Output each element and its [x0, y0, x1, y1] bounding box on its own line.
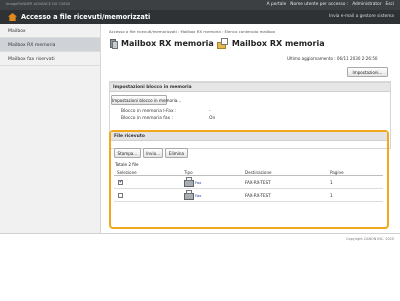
- print-button[interactable]: Stampa...: [114, 148, 141, 158]
- heading-rx-memory: Mailbox RX memoria: [231, 39, 325, 48]
- top-right-links: A portale Nome utente per accesso : Admi…: [267, 2, 394, 7]
- received-files-section: File ricevuto Stampa... Invio... Elimina…: [109, 130, 389, 229]
- sidebar-item-mailbox[interactable]: Mailbox: [0, 24, 100, 38]
- fax-type-label[interactable]: Fax: [195, 193, 201, 198]
- settings-button[interactable]: Impostazioni...: [347, 67, 388, 77]
- send-button[interactable]: Invio...: [142, 148, 164, 158]
- heading-mailbox: Mailbox RX memoria: [121, 39, 214, 48]
- fax-lock-value: On: [209, 116, 216, 121]
- fax-lock-row: Blocco in memoria fax : On: [121, 116, 215, 121]
- block-section-title: Impostazioni blocco in memoria: [110, 83, 390, 92]
- sidebar: Mailbox Mailbox RX memoria Mailbox fax r…: [0, 24, 101, 233]
- col-selection: Selezione: [117, 169, 137, 175]
- block-settings-button[interactable]: Impostazioni blocco in memoria...: [111, 95, 181, 105]
- files-table: Selezione Tipo Destinazione Pagine ✔ Fax…: [114, 168, 383, 202]
- page-title: Accesso a file ricevuti/memorizzati: [21, 13, 151, 21]
- row-pages: 1: [330, 193, 333, 198]
- home-icon[interactable]: [8, 13, 17, 21]
- fax-type-label[interactable]: Fax: [195, 180, 201, 185]
- row-pages: 1: [330, 180, 333, 185]
- logout-link[interactable]: Esci: [385, 2, 394, 7]
- top-bar: ImageRUNNER ADVANCE DX C5800 A portale N…: [0, 0, 400, 10]
- col-pages: Pagine: [330, 169, 344, 175]
- rx-folder-icon: [216, 38, 229, 49]
- portal-link[interactable]: A portale: [267, 2, 287, 7]
- copyright: Copyright CANON INC. 2020: [346, 237, 394, 241]
- delete-button[interactable]: Elimina: [165, 148, 188, 158]
- fax-lock-label: Blocco in memoria fax :: [121, 116, 173, 121]
- fax-icon[interactable]: Fax: [184, 190, 204, 201]
- footer: Copyright CANON INC. 2020: [0, 233, 400, 301]
- table-row: Fax FAX-RX-TEST 1: [114, 189, 383, 202]
- mailbox-icon: [109, 38, 118, 49]
- mail-admin-link[interactable]: Invia e-mail a gestore sistema: [329, 14, 394, 19]
- ifax-lock-row: Blocco in memoria I-Fax : -: [121, 109, 211, 114]
- sidebar-item-rx-memory[interactable]: Mailbox RX memoria: [0, 38, 100, 52]
- file-actions: Stampa... Invio... Elimina: [114, 148, 188, 158]
- ifax-lock-value: -: [209, 109, 211, 114]
- sidebar-item-confidential-fax[interactable]: Mailbox fax riservati: [0, 52, 100, 66]
- col-destination: Destinazione: [245, 169, 272, 175]
- received-section-title: File ricevuto: [111, 132, 387, 141]
- title-bar: Accesso a file ricevuti/memorizzati Invi…: [0, 10, 400, 24]
- total-files: Totale 2 file: [115, 162, 139, 167]
- heading-row: Mailbox RX memoria Mailbox RX memoria: [109, 38, 325, 49]
- row-checkbox[interactable]: [118, 192, 123, 198]
- user-name: Administrator: [352, 2, 382, 7]
- main-content: Accesso a file ricevuti/memorizzati : Ma…: [101, 24, 400, 233]
- fax-icon[interactable]: Fax: [184, 177, 204, 188]
- row-destination: FAX-RX-TEST: [245, 193, 271, 198]
- breadcrumb: Accesso a file ricevuti/memorizzati : Ma…: [109, 29, 275, 34]
- ifax-lock-label: Blocco in memoria I-Fax :: [121, 109, 177, 114]
- last-updated: Ultimo aggiornamento : 06/11 2030 2:26:5…: [287, 56, 378, 61]
- product-name: ImageRUNNER ADVANCE DX C5800: [6, 2, 71, 6]
- user-label: Nome utente per accesso :: [290, 2, 349, 7]
- row-checkbox[interactable]: ✔: [118, 179, 123, 185]
- col-type: Tipo: [184, 169, 193, 175]
- table-row: ✔ Fax FAX-RX-TEST 1: [114, 176, 383, 189]
- table-header: Selezione Tipo Destinazione Pagine: [114, 168, 383, 176]
- row-destination: FAX-RX-TEST: [245, 180, 271, 185]
